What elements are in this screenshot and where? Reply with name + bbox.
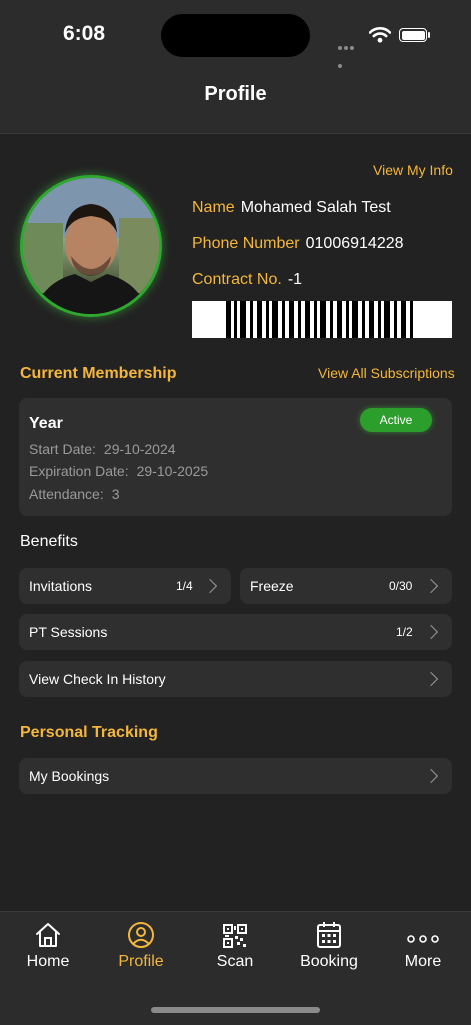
my-bookings-label: My Bookings [29, 768, 110, 784]
my-bookings-button[interactable]: My Bookings [19, 758, 452, 794]
check-in-history-button[interactable]: View Check In History [19, 661, 452, 697]
status-badge: Active [360, 408, 432, 432]
chevron-right-icon [423, 578, 439, 594]
tab-more-label: More [404, 953, 442, 970]
page-title: Profile [204, 83, 267, 105]
chevron-right-icon [423, 768, 439, 784]
contract-value: -1 [287, 271, 303, 288]
pt-sessions-count: 1/2 [396, 625, 413, 639]
name-value: Mohamed Salah Test [240, 199, 391, 216]
name-label: Name [192, 199, 235, 216]
chevron-right-icon [202, 578, 218, 594]
tab-profile[interactable]: Profile [94, 915, 188, 971]
user-circle-icon [94, 915, 188, 949]
attendance-value: 3 [111, 486, 120, 502]
freeze-count: 0/30 [389, 579, 413, 593]
phone-label: Phone Number [192, 235, 300, 252]
home-icon [1, 915, 95, 949]
expiration-date-row: Expiration Date: 29-10-2025 [29, 463, 208, 479]
start-date-row: Start Date: 29-10-2024 [29, 441, 176, 457]
tab-profile-label: Profile [118, 953, 164, 970]
home-indicator[interactable] [151, 1007, 320, 1013]
check-in-history-label: View Check In History [29, 671, 166, 687]
pt-sessions-button[interactable]: PT Sessions 1/2 [19, 614, 452, 650]
attendance-row: Attendance: 3 [29, 486, 120, 502]
view-all-subscriptions-link[interactable]: View All Subscriptions [318, 365, 455, 381]
attendance-label: Attendance: [29, 486, 104, 502]
start-date-value: 29-10-2024 [103, 441, 176, 457]
avatar [20, 175, 162, 317]
invitations-label: Invitations [29, 578, 93, 594]
qr-code-icon [188, 915, 282, 949]
dynamic-island [161, 14, 310, 57]
tab-scan-label: Scan [216, 953, 254, 970]
tab-scan[interactable]: Scan [188, 915, 282, 971]
battery-tip [428, 32, 430, 38]
tab-home-label: Home [26, 953, 70, 970]
contract-label: Contract No. [192, 271, 282, 288]
calendar-icon [282, 915, 376, 949]
chevron-right-icon [423, 624, 439, 640]
expiration-date-label: Expiration Date: [29, 463, 129, 479]
invitations-count: 1/4 [176, 579, 193, 593]
chevron-right-icon [423, 671, 439, 687]
plan-name: Year [29, 415, 63, 432]
expiration-date-value: 29-10-2025 [136, 463, 209, 479]
name-row: Name Mohamed Salah Test [192, 199, 391, 217]
tab-home[interactable]: Home [1, 915, 95, 971]
tab-booking-label: Booking [300, 953, 358, 970]
freeze-button[interactable]: Freeze 0/30 [240, 568, 452, 604]
signal-icon [338, 37, 360, 68]
wifi-icon [368, 27, 392, 48]
view-my-info-link[interactable]: View My Info [373, 162, 453, 178]
start-date-label: Start Date: [29, 441, 96, 457]
phone-value: 01006914228 [305, 235, 404, 252]
benefits-title: Benefits [20, 533, 78, 550]
freeze-label: Freeze [250, 578, 294, 594]
pt-sessions-label: PT Sessions [29, 624, 108, 640]
current-membership-title: Current Membership [20, 365, 177, 382]
more-dots-icon [376, 915, 470, 949]
phone-row: Phone Number 01006914228 [192, 235, 404, 253]
tab-booking[interactable]: Booking [282, 915, 376, 971]
battery-icon [399, 28, 427, 42]
invitations-button[interactable]: Invitations 1/4 [19, 568, 231, 604]
contract-row: Contract No. -1 [192, 271, 302, 289]
tab-more[interactable]: More [376, 915, 470, 971]
status-time: 6:08 [63, 22, 106, 45]
personal-tracking-title: Personal Tracking [20, 724, 158, 741]
barcode [192, 301, 452, 338]
